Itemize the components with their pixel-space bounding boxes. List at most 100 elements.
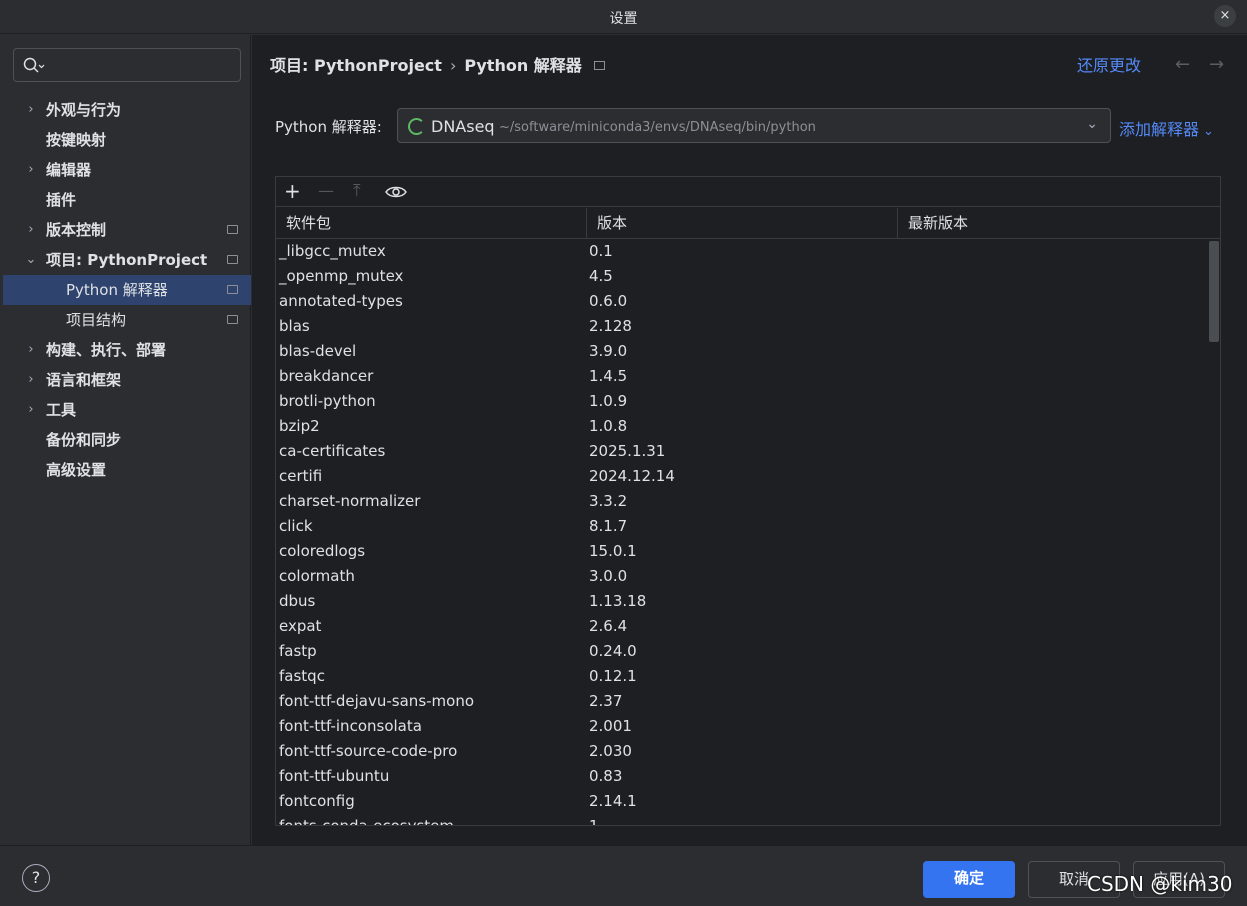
- table-row[interactable]: font-ttf-inconsolata 2.001: [276, 714, 1220, 739]
- sidebar-item-version-control[interactable]: › 版本控制: [3, 215, 251, 245]
- remove-package-icon[interactable]: —: [318, 179, 334, 203]
- table-row[interactable]: certifi 2024.12.14: [276, 464, 1220, 489]
- sidebar-item-editor[interactable]: › 编辑器: [3, 155, 251, 185]
- chevron-right-icon[interactable]: ›: [25, 215, 37, 245]
- sidebar-item-backup-sync[interactable]: 备份和同步: [3, 425, 251, 455]
- table-row[interactable]: annotated-types 0.6.0: [276, 289, 1220, 314]
- sidebar-item-tools[interactable]: › 工具: [3, 395, 251, 425]
- package-list: _libgcc_mutex 0.1 _openmp_mutex 4.5 annotate…: [276, 239, 1220, 826]
- package-version-cell: 3.9.0: [589, 342, 628, 360]
- package-name-cell: font-ttf-inconsolata: [279, 717, 422, 735]
- restore-changes-link[interactable]: 还原更改: [1077, 52, 1141, 76]
- column-header-version[interactable]: 版本: [587, 208, 898, 239]
- package-version-cell: 0.24.0: [589, 642, 637, 660]
- chevron-right-icon[interactable]: ›: [25, 395, 37, 425]
- column-header-package[interactable]: 软件包: [276, 208, 587, 239]
- sidebar-item-advanced[interactable]: 高级设置: [3, 455, 251, 485]
- window-title: 设置: [609, 11, 638, 27]
- chevron-down-icon[interactable]: ⌄: [25, 245, 37, 275]
- breadcrumb-project[interactable]: 项目: PythonProject: [270, 56, 442, 75]
- table-row[interactable]: fonts-conda-ecosystem 1: [276, 814, 1220, 826]
- scrollbar[interactable]: [1208, 239, 1220, 825]
- settings-content: 项目: PythonProject › Python 解释器 还原更改 ← → Py…: [252, 35, 1247, 845]
- package-version-cell: 2.030: [589, 742, 632, 760]
- package-name-cell: ca-certificates: [279, 442, 386, 460]
- chevron-down-icon: ⌄: [1203, 124, 1214, 139]
- chevron-right-icon[interactable]: ›: [25, 365, 37, 395]
- package-version-cell: 1: [589, 817, 599, 826]
- table-row[interactable]: dbus 1.13.18: [276, 589, 1220, 614]
- forward-arrow-icon[interactable]: →: [1209, 54, 1224, 75]
- eye-icon[interactable]: [385, 184, 407, 200]
- table-row[interactable]: coloredlogs 15.0.1: [276, 539, 1220, 564]
- table-row[interactable]: fontconfig 2.14.1: [276, 789, 1220, 814]
- upgrade-package-icon[interactable]: ⤒: [353, 179, 361, 203]
- table-row[interactable]: font-ttf-source-code-pro 2.030: [276, 739, 1220, 764]
- add-package-icon[interactable]: +: [284, 179, 301, 203]
- chevron-down-icon[interactable]: ⌄: [1086, 116, 1098, 132]
- table-row[interactable]: _libgcc_mutex 0.1: [276, 239, 1220, 264]
- sidebar-item-languages[interactable]: › 语言和框架: [3, 365, 251, 395]
- settings-search-input[interactable]: [13, 48, 241, 82]
- add-interpreter-button[interactable]: 添加解释器 ⌄: [1119, 116, 1214, 140]
- table-row[interactable]: expat 2.6.4: [276, 614, 1220, 639]
- package-version-cell: 2.128: [589, 317, 632, 335]
- close-icon[interactable]: ×: [1214, 5, 1236, 27]
- sidebar-item-project-structure[interactable]: 项目结构: [3, 305, 251, 335]
- breadcrumb: 项目: PythonProject › Python 解释器: [270, 52, 605, 76]
- table-row[interactable]: colormath 3.0.0: [276, 564, 1220, 589]
- sidebar-item-appearance[interactable]: › 外观与行为: [3, 95, 251, 125]
- package-version-cell: 0.83: [589, 767, 623, 785]
- package-version-cell: 15.0.1: [589, 542, 637, 560]
- title-bar: 设置 ×: [0, 0, 1247, 34]
- chevron-right-icon[interactable]: ›: [25, 95, 37, 125]
- sidebar-item-plugins[interactable]: 插件: [3, 185, 251, 215]
- package-name-cell: certifi: [279, 467, 323, 485]
- package-name-cell: fonts-conda-ecosystem: [279, 817, 455, 826]
- table-row[interactable]: font-ttf-ubuntu 0.83: [276, 764, 1220, 789]
- back-arrow-icon[interactable]: ←: [1175, 54, 1190, 75]
- scrollbar-thumb[interactable]: [1209, 241, 1219, 342]
- package-name-cell: charset-normalizer: [279, 492, 421, 510]
- project-scope-icon: [593, 61, 605, 70]
- sidebar-item-python-interpreter[interactable]: Python 解释器: [3, 275, 251, 305]
- interpreter-select[interactable]: DNAseq ~/software/miniconda3/envs/DNAseq…: [397, 108, 1111, 143]
- interpreter-label: Python 解释器:: [275, 118, 382, 136]
- package-name-cell: annotated-types: [279, 292, 403, 310]
- column-header-latest-version[interactable]: 最新版本: [898, 208, 1220, 239]
- package-version-cell: 1.4.5: [589, 367, 628, 385]
- table-row[interactable]: blas-devel 3.9.0: [276, 339, 1220, 364]
- sidebar-item-build[interactable]: › 构建、执行、部署: [3, 335, 251, 365]
- package-name-cell: breakdancer: [279, 367, 374, 385]
- table-row[interactable]: _openmp_mutex 4.5: [276, 264, 1220, 289]
- package-version-cell: 4.5: [589, 267, 613, 285]
- breadcrumb-page: Python 解释器: [464, 56, 582, 75]
- table-row[interactable]: fastqc 0.12.1: [276, 664, 1220, 689]
- table-row[interactable]: click 8.1.7: [276, 514, 1220, 539]
- table-row[interactable]: fastp 0.24.0: [276, 639, 1220, 664]
- chevron-right-icon[interactable]: ›: [25, 155, 37, 185]
- package-version-cell: 2.37: [589, 692, 623, 710]
- table-row[interactable]: brotli-python 1.0.9: [276, 389, 1220, 414]
- search-icon: [23, 57, 45, 73]
- table-row[interactable]: breakdancer 1.4.5: [276, 364, 1220, 389]
- ok-button[interactable]: 确定: [923, 861, 1015, 898]
- help-icon[interactable]: ?: [22, 864, 50, 892]
- chevron-right-icon[interactable]: ›: [25, 335, 37, 365]
- table-row[interactable]: font-ttf-dejavu-sans-mono 2.37: [276, 689, 1220, 714]
- interpreter-path: ~/software/miniconda3/envs/DNAseq/bin/py…: [499, 120, 816, 135]
- package-name-cell: _openmp_mutex: [279, 267, 404, 285]
- package-name-cell: bzip2: [279, 417, 320, 435]
- table-row[interactable]: bzip2 1.0.8: [276, 414, 1220, 439]
- package-version-cell: 2.14.1: [589, 792, 637, 810]
- sidebar-item-project[interactable]: ⌄ 项目: PythonProject: [3, 245, 251, 275]
- table-row[interactable]: charset-normalizer 3.3.2: [276, 489, 1220, 514]
- package-name-cell: _libgcc_mutex: [279, 242, 386, 260]
- table-row[interactable]: ca-certificates 2025.1.31: [276, 439, 1220, 464]
- watermark: CSDN @kim30: [1087, 872, 1233, 896]
- sidebar-item-keymap[interactable]: 按键映射: [3, 125, 251, 155]
- table-row[interactable]: blas 2.128: [276, 314, 1220, 339]
- package-version-cell: 1.13.18: [589, 592, 647, 610]
- package-name-cell: expat: [279, 617, 322, 635]
- conda-env-icon: [408, 118, 425, 135]
